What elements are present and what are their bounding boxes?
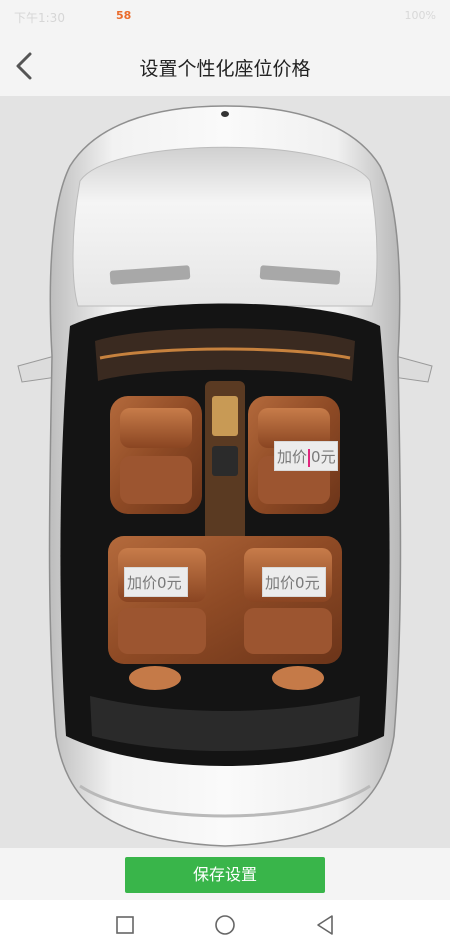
status-time: 下午1:30 — [14, 11, 65, 25]
seat-price-prefix: 加价 — [277, 448, 308, 466]
header: 设置个性化座位价格 — [0, 34, 450, 96]
app-58-icon: 58 — [116, 9, 132, 22]
seat-price-value: 0 — [157, 574, 167, 592]
seat-price-prefix: 加价 — [127, 574, 158, 592]
triangle-back-icon — [317, 915, 333, 935]
save-settings-button[interactable]: 保存设置 — [125, 857, 325, 893]
navigation-bar — [0, 900, 450, 950]
seat-price-unit: 元 — [304, 574, 320, 592]
text-caret — [308, 448, 311, 467]
battery-status: 100% — [404, 9, 436, 22]
recent-apps-button[interactable] — [110, 910, 140, 940]
car-top-view-image — [17, 105, 433, 847]
seat-price-value: 0 — [311, 448, 321, 466]
seat-price-unit: 元 — [166, 574, 182, 592]
seat-price-value: 0 — [295, 574, 305, 592]
status-bar: 下午1:30 58 100% — [0, 0, 450, 34]
home-button[interactable] — [210, 910, 240, 940]
seat-price-unit: 元 — [320, 448, 336, 466]
square-icon — [116, 916, 134, 934]
seat-price-input-front-right[interactable]: 加价 0元 — [274, 441, 338, 471]
circle-icon — [215, 915, 235, 935]
seat-price-input-rear-left[interactable]: 加价0元 — [124, 567, 188, 597]
seat-price-prefix: 加价 — [265, 574, 296, 592]
car-seat-map: 加价 0元 加价0元 加价0元 — [0, 96, 450, 848]
page-title: 设置个性化座位价格 — [139, 58, 311, 80]
system-back-button[interactable] — [310, 910, 340, 940]
seat-price-input-rear-right[interactable]: 加价0元 — [262, 567, 326, 597]
